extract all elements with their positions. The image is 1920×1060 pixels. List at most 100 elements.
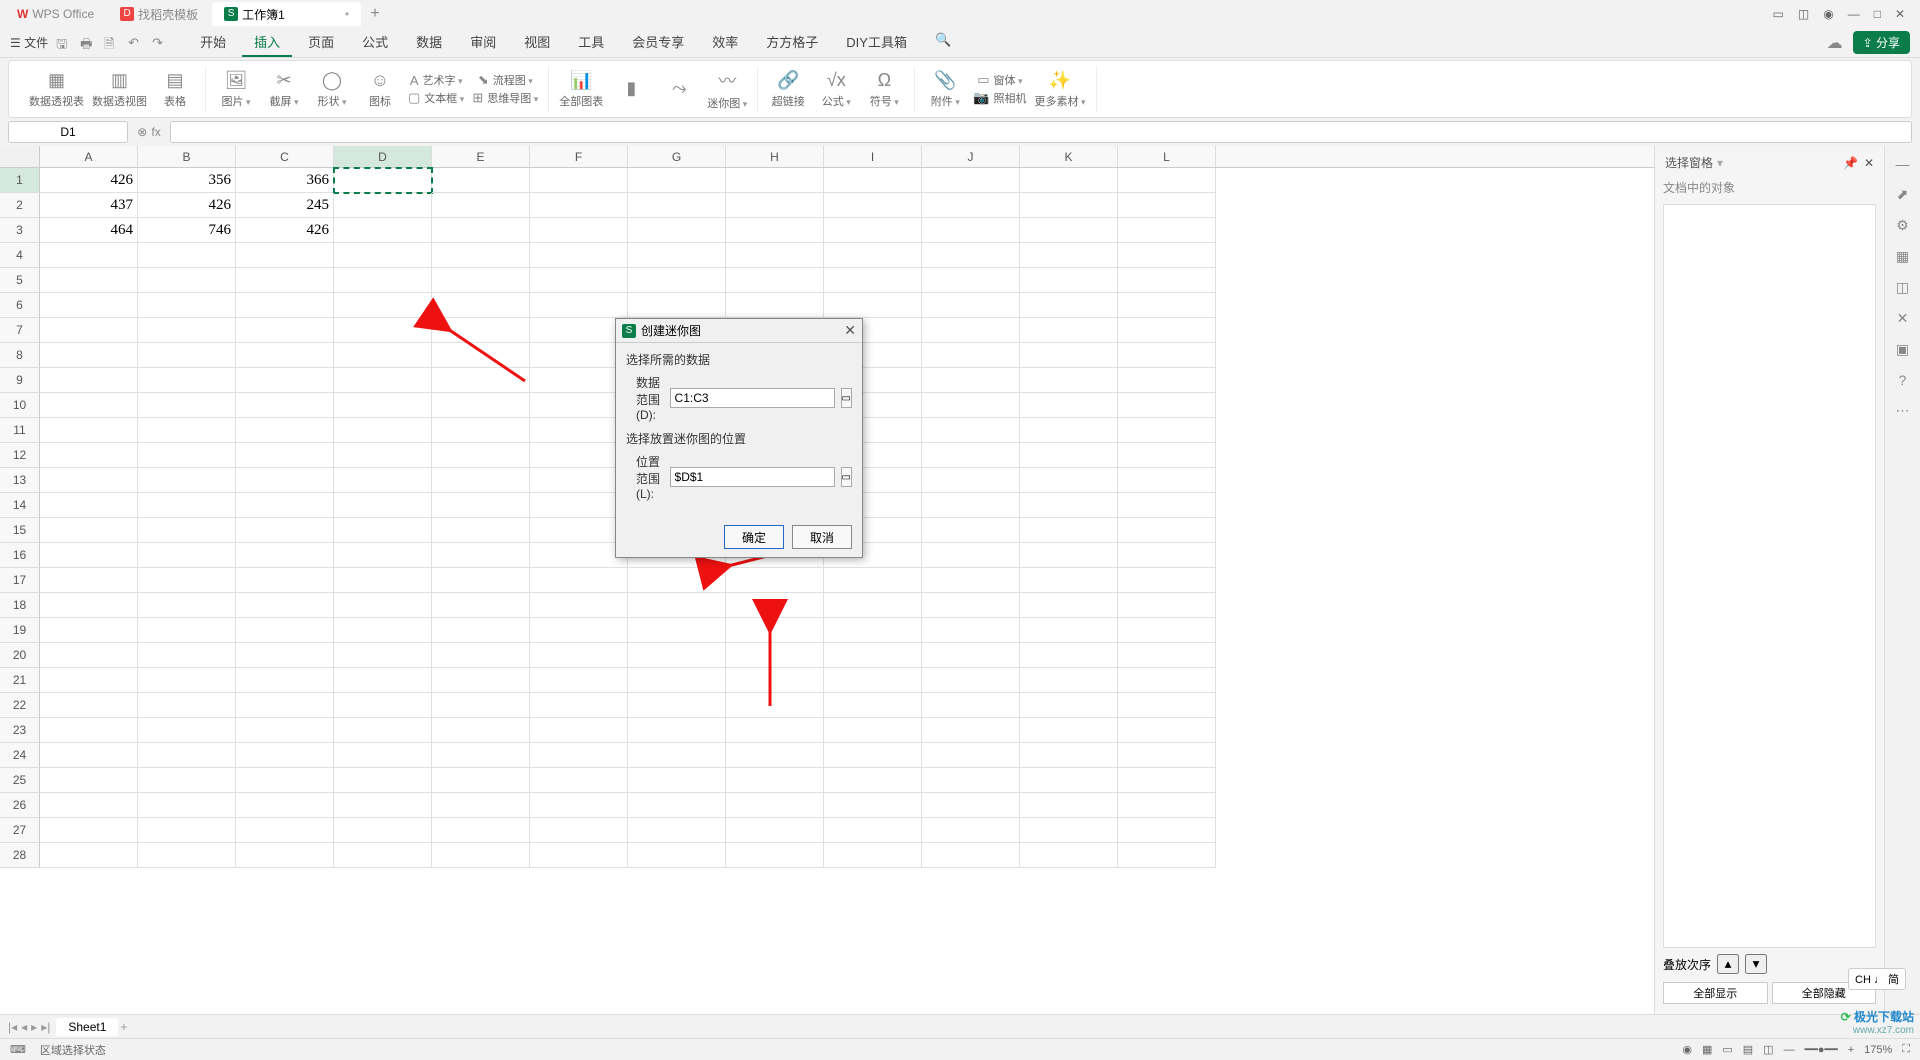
cell-L15[interactable] <box>1118 518 1216 543</box>
cell-E23[interactable] <box>432 718 530 743</box>
cell-H26[interactable] <box>726 793 824 818</box>
cell-H3[interactable] <box>726 218 824 243</box>
cell-I20[interactable] <box>824 643 922 668</box>
cell-J27[interactable] <box>922 818 1020 843</box>
cell-E1[interactable] <box>432 168 530 193</box>
cell-B23[interactable] <box>138 718 236 743</box>
cell-L28[interactable] <box>1118 843 1216 868</box>
cell-C17[interactable] <box>236 568 334 593</box>
cell-C12[interactable] <box>236 443 334 468</box>
col-header-F[interactable]: F <box>530 146 628 167</box>
avatar-icon[interactable]: ◉ <box>1823 7 1833 21</box>
cell-I28[interactable] <box>824 843 922 868</box>
undo-icon[interactable]: ↶ <box>128 35 144 51</box>
col-header-G[interactable]: G <box>628 146 726 167</box>
row-header-14[interactable]: 14 <box>0 493 40 518</box>
cell-D19[interactable] <box>334 618 432 643</box>
cell-J20[interactable] <box>922 643 1020 668</box>
cell-K16[interactable] <box>1020 543 1118 568</box>
cell-C19[interactable] <box>236 618 334 643</box>
sheet-tab-1[interactable]: Sheet1 <box>56 1018 118 1036</box>
cell-G5[interactable] <box>628 268 726 293</box>
col-header-L[interactable]: L <box>1118 146 1216 167</box>
formula-input[interactable] <box>170 121 1912 143</box>
cell-C9[interactable] <box>236 368 334 393</box>
col-header-H[interactable]: H <box>726 146 824 167</box>
workbook-tab[interactable]: S 工作簿1 • <box>212 2 361 26</box>
cell-D10[interactable] <box>334 393 432 418</box>
zoom-slider[interactable]: ━━●━━ <box>1805 1043 1838 1056</box>
data-range-input[interactable] <box>670 388 835 408</box>
cell-E24[interactable] <box>432 743 530 768</box>
cell-K3[interactable] <box>1020 218 1118 243</box>
cell-A8[interactable] <box>40 343 138 368</box>
cell-K13[interactable] <box>1020 468 1118 493</box>
cell-C1[interactable]: 366 <box>236 168 334 193</box>
dialog-close-button[interactable]: ✕ <box>844 322 856 339</box>
row-header-18[interactable]: 18 <box>0 593 40 618</box>
cell-L20[interactable] <box>1118 643 1216 668</box>
cell-F22[interactable] <box>530 693 628 718</box>
grid-view-icon[interactable]: ▦ <box>1702 1043 1712 1056</box>
cell-B1[interactable]: 356 <box>138 168 236 193</box>
cell-H25[interactable] <box>726 768 824 793</box>
cell-K7[interactable] <box>1020 318 1118 343</box>
zoom-level[interactable]: 175% <box>1864 1044 1892 1056</box>
cell-K4[interactable] <box>1020 243 1118 268</box>
fx-cancel-icon[interactable]: ⊗ <box>137 125 147 139</box>
cell-C7[interactable] <box>236 318 334 343</box>
cell-E22[interactable] <box>432 693 530 718</box>
cell-G23[interactable] <box>628 718 726 743</box>
cell-C23[interactable] <box>236 718 334 743</box>
tab-efficiency[interactable]: 效率 <box>700 28 750 57</box>
layout-icon[interactable]: ▦ <box>1896 248 1909 265</box>
cell-A19[interactable] <box>40 618 138 643</box>
redo-icon[interactable]: ↷ <box>152 35 168 51</box>
row-header-7[interactable]: 7 <box>0 318 40 343</box>
cell-D18[interactable] <box>334 593 432 618</box>
cell-J1[interactable] <box>922 168 1020 193</box>
cell-A10[interactable] <box>40 393 138 418</box>
tab-formula[interactable]: 公式 <box>350 28 400 57</box>
ime-indicator[interactable]: CH ♩ 简 <box>1848 968 1906 990</box>
cell-F26[interactable] <box>530 793 628 818</box>
cell-D9[interactable] <box>334 368 432 393</box>
cell-E11[interactable] <box>432 418 530 443</box>
cell-J7[interactable] <box>922 318 1020 343</box>
cell-G28[interactable] <box>628 843 726 868</box>
cell-H4[interactable] <box>726 243 824 268</box>
tab-view[interactable]: 视图 <box>512 28 562 57</box>
cell-L1[interactable] <box>1118 168 1216 193</box>
row-header-11[interactable]: 11 <box>0 418 40 443</box>
icons-button[interactable]: ☺图标 <box>360 70 400 109</box>
cell-A16[interactable] <box>40 543 138 568</box>
flowchart-button[interactable]: ⬊流程图 <box>472 72 538 88</box>
cell-H24[interactable] <box>726 743 824 768</box>
cell-A9[interactable] <box>40 368 138 393</box>
pivot-table-button[interactable]: ▦数据透视表 <box>29 70 84 109</box>
file-menu[interactable]: ☰ 文件 <box>10 34 48 51</box>
cell-H18[interactable] <box>726 593 824 618</box>
cell-A15[interactable] <box>40 518 138 543</box>
cell-C2[interactable]: 245 <box>236 193 334 218</box>
tab-home[interactable]: 开始 <box>188 28 238 57</box>
select-tool-icon[interactable]: ⬈ <box>1897 186 1909 203</box>
cell-B7[interactable] <box>138 318 236 343</box>
cell-L24[interactable] <box>1118 743 1216 768</box>
cell-J12[interactable] <box>922 443 1020 468</box>
cell-D23[interactable] <box>334 718 432 743</box>
cell-C5[interactable] <box>236 268 334 293</box>
cell-A4[interactable] <box>40 243 138 268</box>
cell-E14[interactable] <box>432 493 530 518</box>
cell-K17[interactable] <box>1020 568 1118 593</box>
zoom-out-button[interactable]: — <box>1784 1044 1795 1056</box>
cell-E13[interactable] <box>432 468 530 493</box>
row-header-17[interactable]: 17 <box>0 568 40 593</box>
row-header-9[interactable]: 9 <box>0 368 40 393</box>
cell-A20[interactable] <box>40 643 138 668</box>
move-up-button[interactable]: ▴ <box>1717 954 1739 974</box>
cell-I5[interactable] <box>824 268 922 293</box>
cell-D7[interactable] <box>334 318 432 343</box>
tab-tools[interactable]: 工具 <box>566 28 616 57</box>
mindmap-button[interactable]: ⊞思维导图 <box>472 90 538 106</box>
